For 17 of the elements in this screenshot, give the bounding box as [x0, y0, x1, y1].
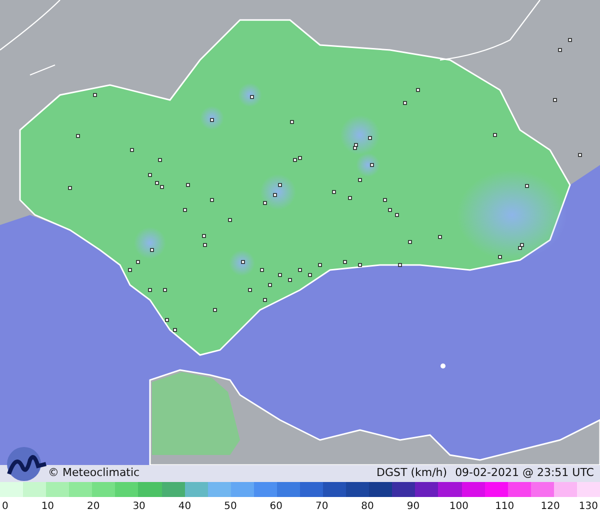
scale-tick-label: 60 [270, 500, 282, 514]
scale-tick-label: 70 [315, 500, 328, 514]
scale-tick-label: 80 [361, 500, 374, 514]
scale-tick-label: 0 [2, 500, 8, 514]
scale-tick-label: 100 [449, 500, 468, 514]
copyright-text: © Meteoclimatic [48, 465, 140, 482]
scale-tick-label: 130 [578, 500, 598, 514]
scale-tick-label: 10 [41, 500, 54, 514]
variable-label: DGST (km/h) [376, 465, 448, 482]
scale-tick-label: 40 [178, 500, 192, 514]
timestamp-text: 09-02-2021 @ 23:51 UTC [455, 465, 594, 482]
scale-tick-label: 50 [224, 500, 237, 514]
scale-tick-label: 30 [132, 500, 146, 514]
scale-tick-label: 120 [540, 500, 560, 514]
scale-tick-label: 20 [87, 500, 100, 514]
scale-tick-label: 90 [406, 500, 420, 514]
scale-tick-label: 110 [495, 500, 514, 514]
